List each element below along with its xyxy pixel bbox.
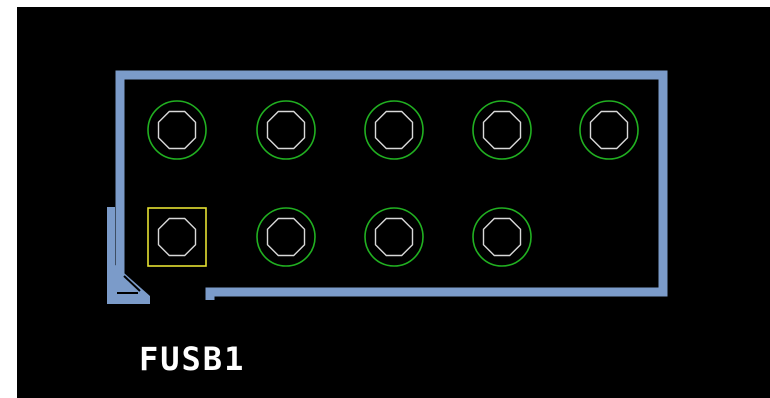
pcb-footprint-view: FUSB1 bbox=[0, 0, 770, 398]
board-canvas bbox=[17, 7, 770, 398]
reference-designator: FUSB1 bbox=[139, 340, 245, 378]
